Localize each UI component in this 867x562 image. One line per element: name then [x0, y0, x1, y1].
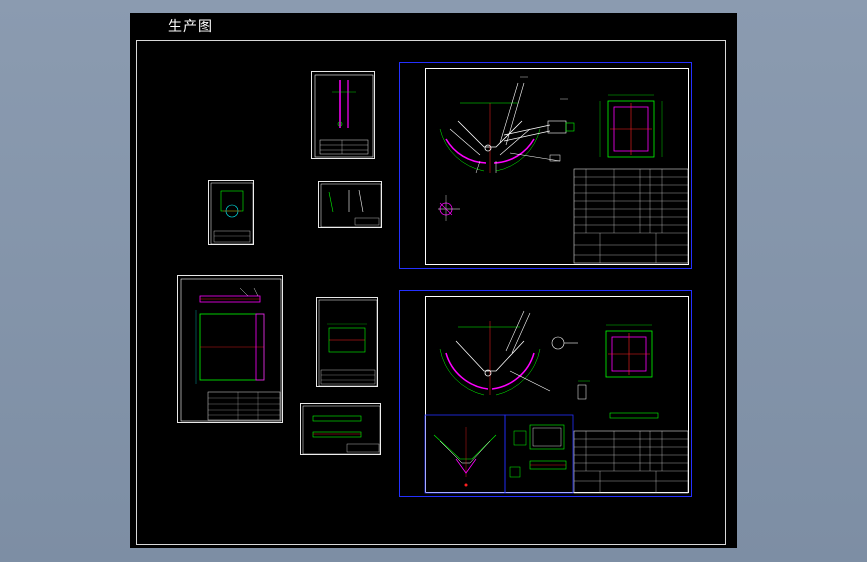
sheet-small-2-drawing: [210, 182, 254, 245]
sheet-small-1-drawing: [314, 74, 374, 158]
sheet-small-3-drawing: [320, 183, 382, 228]
sheet-large-assembly-2[interactable]: [399, 290, 692, 497]
sheet-large-assembly-1-drawing: [438, 76, 689, 264]
sheet-medium-1[interactable]: [177, 275, 283, 423]
sheet-medium-1-drawing: [180, 278, 282, 422]
sheet-small-4[interactable]: [316, 297, 378, 387]
sheet-small-4-drawing: [318, 299, 378, 387]
sheet-large-assembly-1[interactable]: [399, 62, 692, 269]
sheet-small-2[interactable]: [208, 180, 254, 245]
drawing-title: 生产图: [168, 19, 213, 35]
sheet-small-5[interactable]: [300, 403, 381, 455]
sheet-small-5-drawing: [302, 405, 381, 455]
sheet-small-3[interactable]: [318, 181, 382, 228]
sheet-small-1[interactable]: [311, 71, 375, 159]
sheet-large-assembly-2-drawing: [424, 310, 689, 494]
